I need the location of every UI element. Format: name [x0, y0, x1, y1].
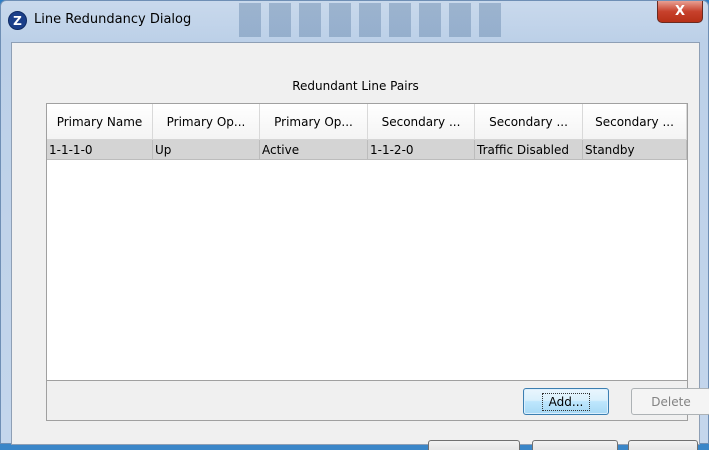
column-header-primary-op-1[interactable]: Primary Op...	[153, 104, 260, 140]
dialog-content: Redundant Line Pairs Primary Name Primar…	[11, 42, 709, 450]
section-title: Redundant Line Pairs	[292, 79, 419, 93]
table-row[interactable]: 1-1-1-0 Up Active 1-1-2-0 Traffic Disabl…	[47, 140, 687, 160]
title-bar[interactable]: Z Line Redundancy Dialog X	[1, 1, 708, 41]
bottom-button-3[interactable]	[628, 440, 698, 450]
table-panel: Primary Name Primary Op... Primary Op...…	[46, 103, 709, 421]
add-button[interactable]: Add...	[523, 388, 609, 415]
cell-secondary-1: 1-1-2-0	[368, 140, 475, 160]
cell-secondary-3: Standby	[583, 140, 687, 160]
redundant-pairs-table[interactable]: Primary Name Primary Op... Primary Op...…	[47, 104, 687, 381]
app-logo-icon: Z	[8, 11, 27, 30]
close-icon: X	[674, 4, 686, 19]
column-header-primary-op-2[interactable]: Primary Op...	[260, 104, 368, 140]
cell-secondary-2: Traffic Disabled	[475, 140, 583, 160]
window-title: Line Redundancy Dialog	[34, 12, 192, 27]
column-header-secondary-2[interactable]: Secondary ...	[475, 104, 583, 140]
background-toolbar	[239, 3, 509, 37]
bottom-button-1[interactable]	[428, 440, 520, 450]
cell-primary-op-1: Up	[153, 140, 260, 160]
column-header-primary-name[interactable]: Primary Name	[47, 104, 153, 140]
column-header-secondary-1[interactable]: Secondary ...	[368, 104, 475, 140]
column-header-secondary-3[interactable]: Secondary ...	[583, 104, 687, 140]
dialog-window: Z Line Redundancy Dialog X Redundant Lin…	[0, 0, 709, 450]
delete-button[interactable]: Delete	[631, 388, 709, 415]
app-logo-letter: Z	[13, 13, 22, 28]
cell-primary-op-2: Active	[260, 140, 368, 160]
table-header: Primary Name Primary Op... Primary Op...…	[47, 104, 687, 140]
bottom-button-2[interactable]	[532, 440, 618, 450]
close-button[interactable]: X	[657, 1, 703, 23]
add-button-label: Add...	[541, 392, 591, 411]
cell-primary-name: 1-1-1-0	[47, 140, 153, 160]
